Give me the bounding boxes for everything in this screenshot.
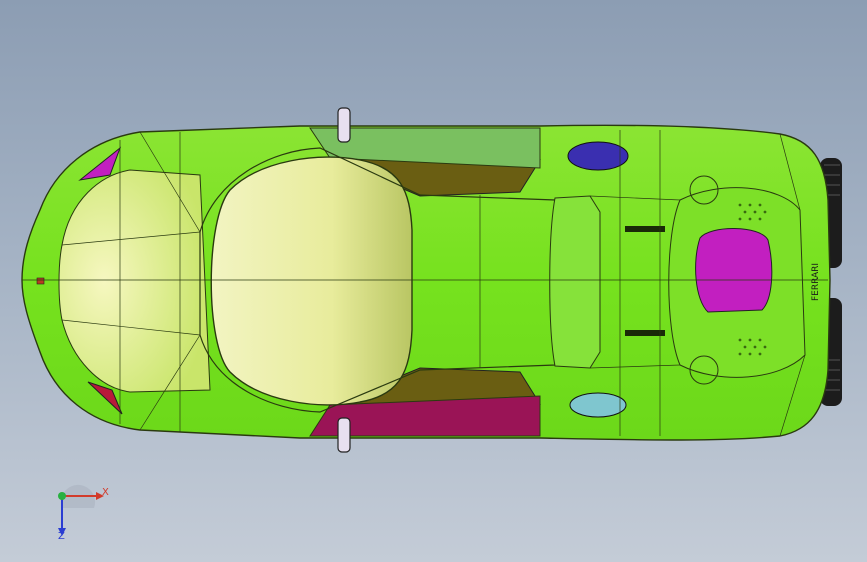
- axis-x-label: X: [102, 487, 109, 498]
- cad-viewport[interactable]: FERRARI X Z: [0, 0, 867, 562]
- front-emblem: [36, 277, 45, 285]
- rear-vent-upper: [625, 226, 665, 232]
- right-mirror[interactable]: [337, 417, 351, 453]
- right-side-intake: [569, 392, 627, 418]
- rear-engine-intake[interactable]: [695, 228, 773, 313]
- axis-triad: [58, 484, 104, 536]
- engine-cover: [549, 195, 601, 369]
- front-hood: [58, 169, 211, 393]
- cabin-canopy[interactable]: [210, 156, 413, 406]
- left-side-intake: [567, 141, 629, 171]
- axis-z-label: Z: [58, 531, 65, 542]
- car-model-top-view[interactable]: FERRARI: [0, 0, 867, 562]
- rear-vent-lower: [625, 330, 665, 336]
- rear-badge: FERRARI: [811, 263, 821, 301]
- left-mirror[interactable]: [337, 107, 351, 143]
